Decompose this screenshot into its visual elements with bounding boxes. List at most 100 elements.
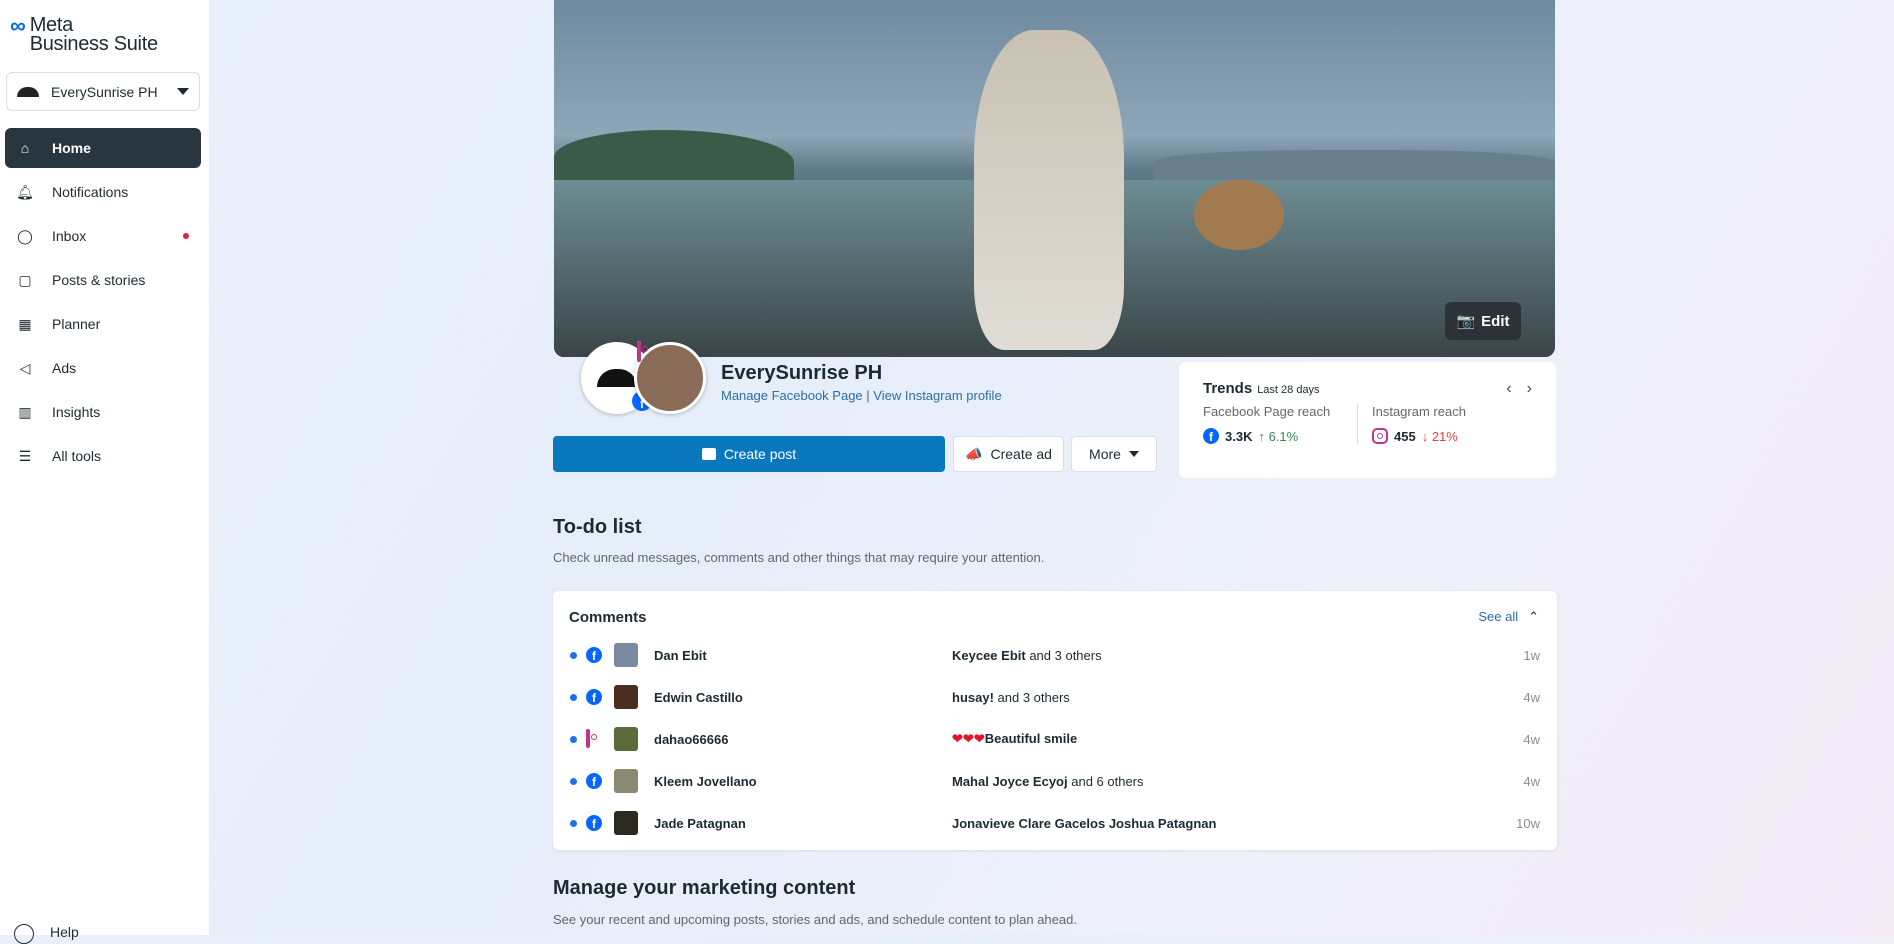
mountains-shape xyxy=(1154,150,1555,180)
instagram-avatar[interactable] xyxy=(634,341,706,414)
profile-links: Manage Facebook Page | View Instagram pr… xyxy=(721,388,1002,403)
edit-label: Edit xyxy=(1481,312,1510,330)
comment-row[interactable]: f Dan Ebit Keycee Ebit and 3 others 1w xyxy=(553,635,1557,675)
link-separator: | xyxy=(866,388,870,403)
chevron-up-icon[interactable]: ⌃ xyxy=(1528,609,1539,625)
nav-label: Posts & stories xyxy=(52,272,146,288)
bar-chart-icon: ▥ xyxy=(18,403,32,420)
facebook-reach: Facebook Page reach f 3.3K ↑ 6.1% xyxy=(1203,404,1358,444)
sidebar-item-ads[interactable]: ◁ Ads xyxy=(5,348,201,388)
unread-dot xyxy=(570,735,577,743)
sidebar-item-inbox[interactable]: ◯ Inbox xyxy=(5,216,201,256)
instagram-reach-change: ↓ 21% xyxy=(1421,428,1458,444)
comments-title: Comments xyxy=(569,609,647,626)
nav-label: Ads xyxy=(52,360,77,376)
sidebar-item-help[interactable]: Help xyxy=(14,924,79,944)
commenter-avatar xyxy=(614,811,638,835)
facebook-reach-value: 3.3K xyxy=(1225,428,1253,444)
unread-dot xyxy=(570,651,577,659)
posts-icon: ▢ xyxy=(18,271,32,288)
post-icon xyxy=(701,448,716,460)
comment-row[interactable]: f Edwin Castillo husay! and 3 others 4w xyxy=(553,677,1557,717)
comment-text: Mahal Joyce Ecyoj xyxy=(952,773,1068,789)
instagram-reach-label: Instagram reach xyxy=(1372,404,1466,419)
comment-time: 10w xyxy=(1516,815,1540,831)
comment-time: 4w xyxy=(1523,689,1540,705)
camera-icon: 📷 xyxy=(1456,313,1476,330)
help-label: Help xyxy=(50,924,79,940)
sidebar-item-insights[interactable]: ▥ Insights xyxy=(5,392,201,432)
see-all-link[interactable]: See all xyxy=(1478,609,1518,625)
comment-row[interactable]: f Jade Patagnan Jonavieve Clare Gacelos … xyxy=(553,803,1557,843)
edit-cover-button[interactable]: 📷 Edit xyxy=(1445,302,1521,340)
facebook-icon: f xyxy=(586,815,602,831)
manage-facebook-page-link[interactable]: Manage Facebook Page xyxy=(721,388,863,403)
comment-time: 4w xyxy=(1523,731,1540,747)
commenter-avatar xyxy=(614,643,638,667)
caret-down-icon xyxy=(177,88,189,95)
prev-arrow-icon[interactable]: ‹ xyxy=(1506,380,1511,398)
marketing-title: Manage your marketing content xyxy=(553,877,856,899)
person-shape xyxy=(974,30,1124,350)
nav-label: Notifications xyxy=(52,184,129,200)
meta-business-suite-logo[interactable]: ∞ Meta Business Suite xyxy=(10,13,158,55)
create-post-button[interactable]: Create post xyxy=(553,436,945,472)
facebook-icon: f xyxy=(586,689,602,705)
more-label: More xyxy=(1089,446,1121,462)
instagram-icon xyxy=(637,341,641,362)
sidebar-item-all-tools[interactable]: ☰ All tools xyxy=(5,436,201,476)
sidebar-item-posts-stories[interactable]: ▢ Posts & stories xyxy=(5,260,201,300)
comment-text: husay! xyxy=(952,689,994,705)
marketing-subtitle: See your recent and upcoming posts, stor… xyxy=(553,912,1077,927)
comment-row[interactable]: dahao66666 ❤❤❤Beautiful smile 4w xyxy=(553,719,1557,759)
comment-others: and 3 others xyxy=(993,689,1070,705)
comments-card: Comments See all ⌃ f Dan Ebit Keycee Ebit… xyxy=(553,591,1557,850)
next-arrow-icon[interactable]: › xyxy=(1527,380,1532,398)
sidebar-item-notifications[interactable]: 🔔︎ Notifications xyxy=(5,172,201,212)
commenter-name: Edwin Castillo xyxy=(654,689,743,705)
comment-others: and 3 others xyxy=(1025,647,1102,663)
nav-label: Home xyxy=(52,140,91,156)
sidebar-item-planner[interactable]: ▦ Planner xyxy=(5,304,201,344)
menu-icon: ☰ xyxy=(18,447,32,464)
cover-photo xyxy=(554,0,1555,357)
comment-row[interactable]: f Kleem Jovellano Mahal Joyce Ecyoj and … xyxy=(553,761,1557,801)
facebook-icon: f xyxy=(586,647,602,663)
chat-icon: ◯ xyxy=(17,227,33,244)
instagram-reach: Instagram reach 455 ↓ 21% xyxy=(1358,404,1466,444)
comment-text: ❤❤❤Beautiful smile xyxy=(952,731,1078,746)
nav-label: Insights xyxy=(52,404,101,420)
comment-time: 1w xyxy=(1523,647,1540,663)
page-name: EverySunrise PH xyxy=(721,362,883,384)
view-instagram-profile-link[interactable]: View Instagram profile xyxy=(873,388,1001,403)
sidebar-item-home[interactable]: ⌂ Home xyxy=(5,128,201,168)
commenter-name: dahao66666 xyxy=(654,731,729,747)
facebook-icon: f xyxy=(586,773,602,789)
account-name: EverySunrise PH xyxy=(51,83,158,100)
facebook-reach-label: Facebook Page reach xyxy=(1203,404,1331,419)
commenter-avatar xyxy=(614,769,638,793)
calendar-icon: ▦ xyxy=(18,315,32,332)
unread-dot xyxy=(570,777,577,785)
account-selector[interactable]: EverySunrise PH xyxy=(6,72,200,111)
facebook-reach-change: ↑ 6.1% xyxy=(1258,428,1299,444)
instagram-icon xyxy=(1372,428,1388,444)
create-post-label: Create post xyxy=(723,446,797,462)
more-button[interactable]: More xyxy=(1071,436,1157,472)
nav-label: All tools xyxy=(52,448,102,464)
facebook-icon: f xyxy=(1203,428,1219,444)
help-icon xyxy=(14,924,34,944)
account-avatar xyxy=(17,86,39,97)
commenter-avatar xyxy=(614,727,638,751)
trends-period: Last 28 days xyxy=(1257,384,1320,396)
bell-icon: 🔔︎ xyxy=(16,183,34,200)
meta-infinity-icon: ∞ xyxy=(10,13,26,38)
hat-shape xyxy=(1194,180,1284,250)
comment-text: Jonavieve Clare Gacelos Joshua Patagnan xyxy=(952,815,1217,831)
unread-dot xyxy=(570,819,577,827)
megaphone-icon: 📣 xyxy=(965,445,983,462)
unread-dot xyxy=(570,693,577,701)
create-ad-button[interactable]: 📣 Create ad xyxy=(953,436,1064,472)
todo-subtitle: Check unread messages, comments and othe… xyxy=(553,550,1045,565)
create-ad-label: Create ad xyxy=(990,446,1052,462)
